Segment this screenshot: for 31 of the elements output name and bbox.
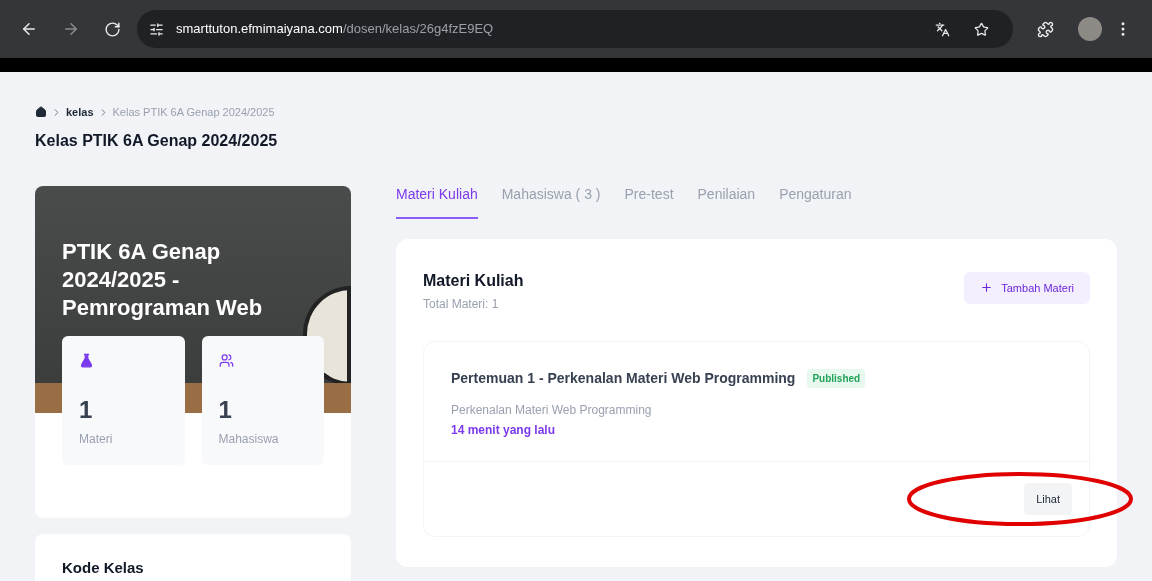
stat-value: 1 — [79, 397, 94, 422]
bookmark-star-icon[interactable] — [974, 21, 989, 37]
materi-time: 14 menit yang lalu — [451, 421, 557, 439]
translate-icon[interactable] — [935, 21, 950, 37]
address-bar[interactable]: smarttuton.efmimaiyana.com/dosen/kelas/26g4fzE9EQ — [137, 10, 1013, 48]
page-title: Kelas PTIK 6A Genap 2024/2025 — [35, 130, 279, 151]
plus-icon — [980, 281, 994, 295]
home-icon[interactable] — [35, 106, 47, 119]
stat-label: Mahasiswa — [218, 430, 280, 448]
users-icon — [218, 352, 234, 368]
materi-title: Pertemuan 1 - Perkenalan Materi Web Programming — [451, 368, 796, 388]
class-title: PTIK 6A Genap 2024/2025 - Pemrograman Web — [62, 237, 264, 322]
breadcrumb-link[interactable]: kelas — [66, 104, 94, 121]
panel-title: Materi Kuliah — [423, 270, 524, 291]
reload-icon[interactable] — [104, 20, 121, 38]
stat-value: 1 — [218, 397, 233, 422]
forward-icon[interactable] — [62, 20, 80, 38]
extensions-icon[interactable] — [1037, 20, 1054, 38]
view-button[interactable]: Lihat — [1024, 482, 1072, 515]
tab[interactable]: Materi Kuliah — [396, 183, 478, 219]
url-text: smarttuton.efmimaiyana.com/dosen/kelas/26g4fzE9EQ — [176, 20, 494, 39]
flask-icon — [79, 352, 94, 368]
stat-label: Materi — [79, 430, 114, 448]
card-title: Kode Kelas — [62, 558, 144, 576]
site-settings-icon[interactable] — [149, 21, 164, 37]
materi-description: Perkenalan Materi Web Programming — [451, 401, 653, 419]
add-materi-button[interactable]: Tambah Materi — [964, 271, 1090, 304]
panel-subtitle: Total Materi: 1 — [423, 295, 500, 313]
status-tag: Published — [807, 368, 866, 388]
back-icon[interactable] — [20, 20, 38, 38]
profile-avatar[interactable] — [1078, 17, 1102, 41]
